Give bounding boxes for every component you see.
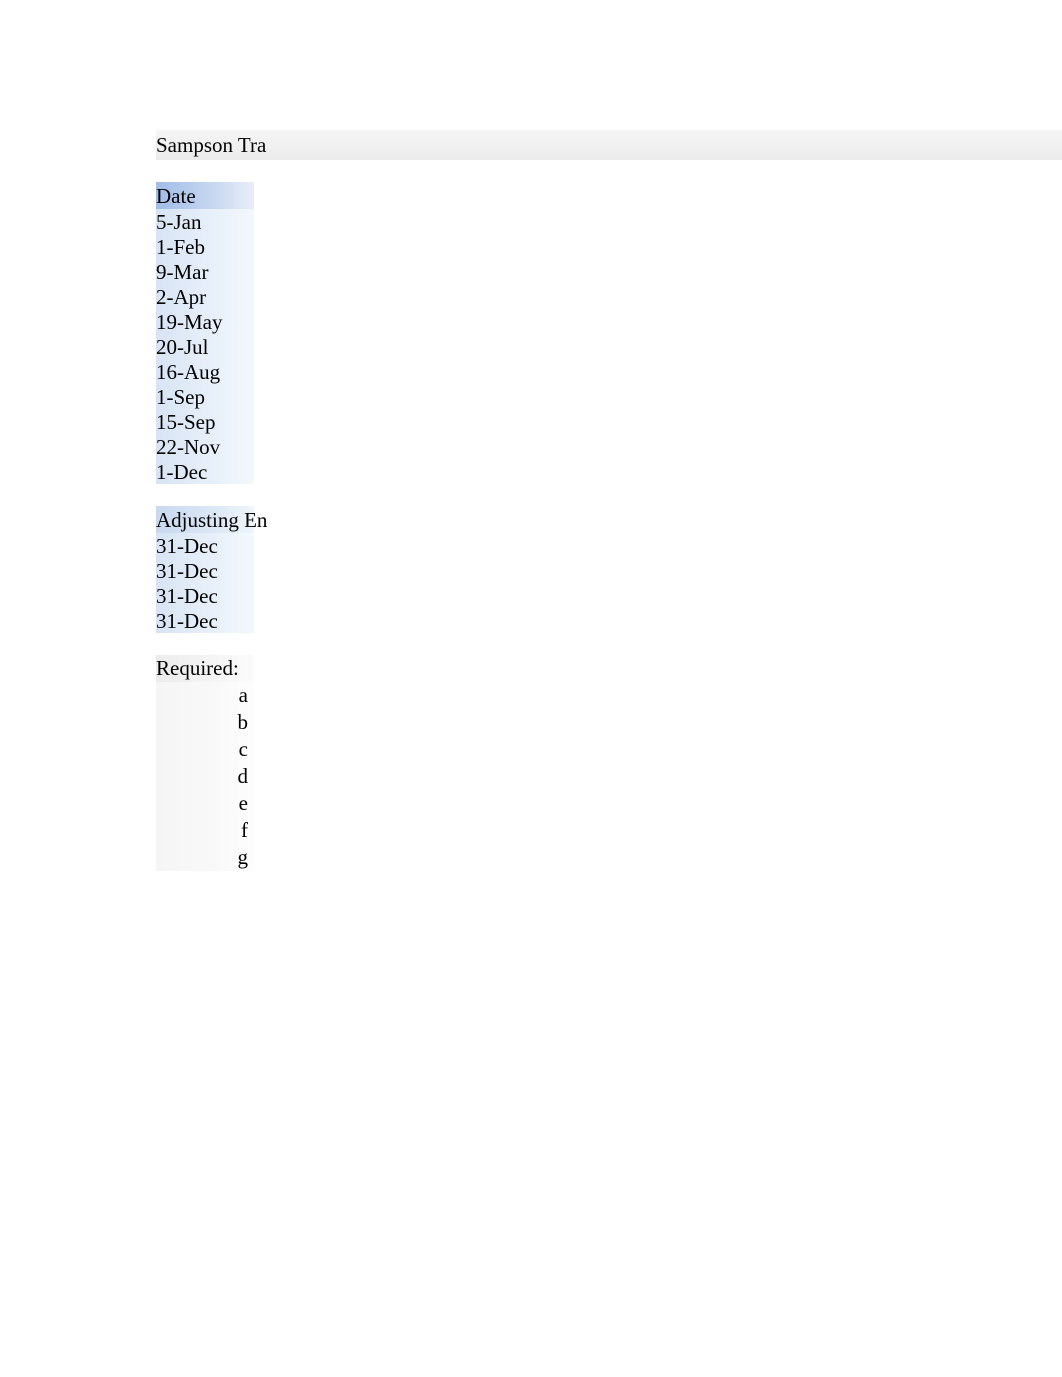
adjusting-header: Adjusting En bbox=[156, 506, 254, 533]
adjusting-date-cell: 31-Dec bbox=[156, 558, 254, 583]
required-item: c bbox=[156, 736, 254, 763]
date-cell: 1-Dec bbox=[156, 459, 254, 484]
document-title: Sampson Tra bbox=[156, 130, 1062, 160]
adjusting-date-cell: 31-Dec bbox=[156, 533, 254, 558]
date-cell: 1-Sep bbox=[156, 384, 254, 409]
date-cell: 1-Feb bbox=[156, 234, 254, 259]
date-column-header: Date bbox=[156, 182, 254, 209]
required-section: Required: a b c d e f g bbox=[156, 655, 1062, 871]
date-cell: 9-Mar bbox=[156, 259, 254, 284]
required-item: a bbox=[156, 682, 254, 709]
date-cell: 16-Aug bbox=[156, 359, 254, 384]
date-cell: 15-Sep bbox=[156, 409, 254, 434]
date-cell: 5-Jan bbox=[156, 209, 254, 234]
date-cell: 22-Nov bbox=[156, 434, 254, 459]
adjusting-section: Adjusting En 31-Dec 31-Dec 31-Dec 31-Dec bbox=[156, 506, 1062, 633]
date-cell: 2-Apr bbox=[156, 284, 254, 309]
required-item: f bbox=[156, 817, 254, 844]
required-item: e bbox=[156, 790, 254, 817]
required-item: g bbox=[156, 844, 254, 871]
dates-section: Date 5-Jan 1-Feb 9-Mar 2-Apr 19-May 20-J… bbox=[156, 182, 1062, 484]
adjusting-date-cell: 31-Dec bbox=[156, 583, 254, 608]
required-item: b bbox=[156, 709, 254, 736]
required-item: d bbox=[156, 763, 254, 790]
adjusting-date-cell: 31-Dec bbox=[156, 608, 254, 633]
date-cell: 20-Jul bbox=[156, 334, 254, 359]
required-label: Required: bbox=[156, 655, 254, 682]
date-cell: 19-May bbox=[156, 309, 254, 334]
